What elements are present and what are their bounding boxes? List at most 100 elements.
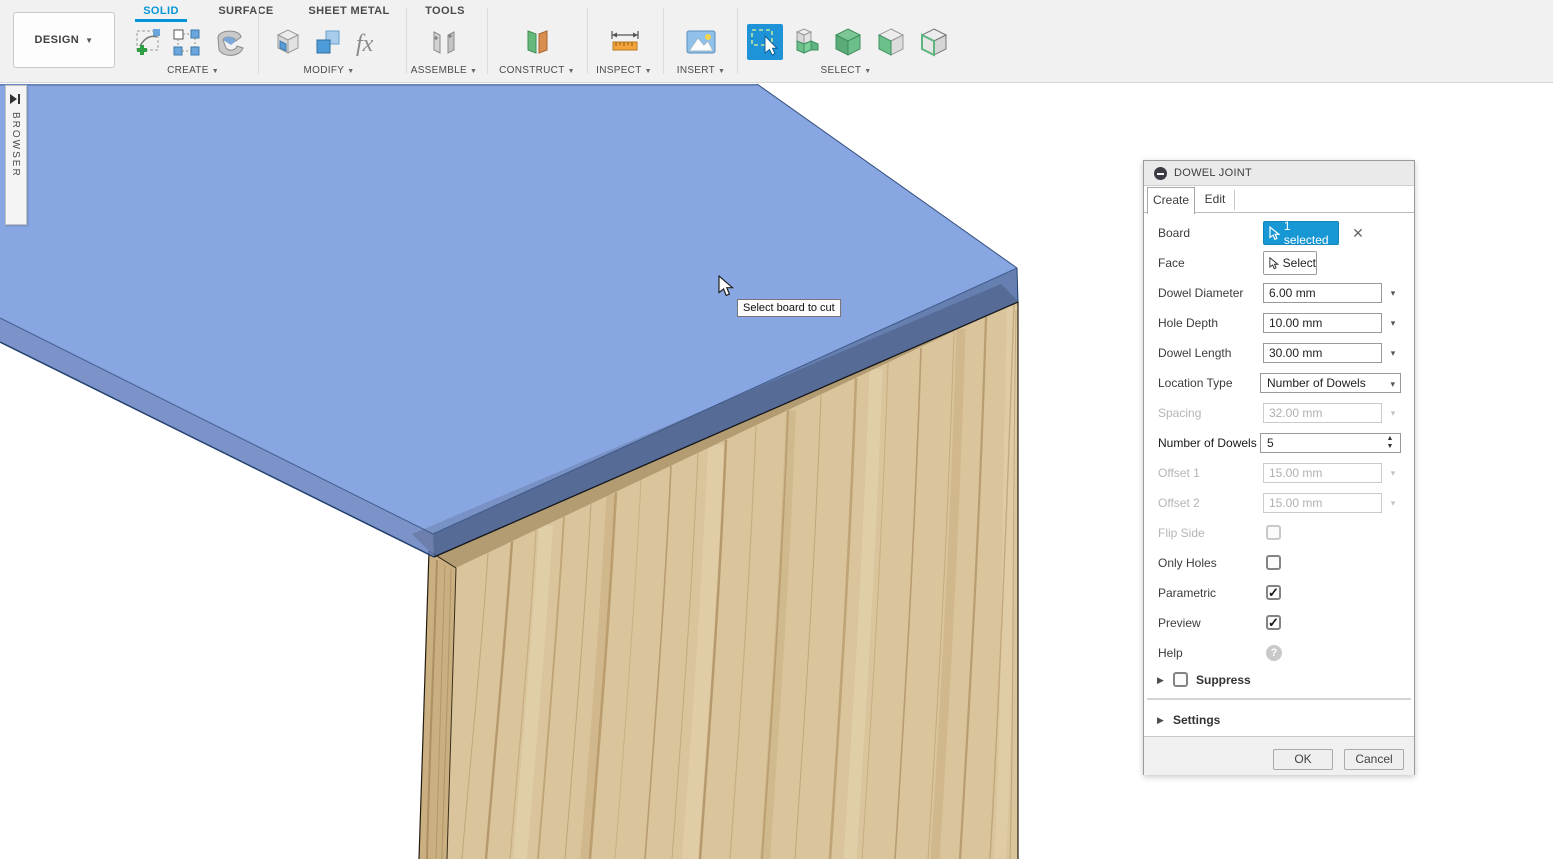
board-selected-button[interactable]: 1 selected xyxy=(1263,221,1339,245)
dropdown-arrow-icon: ▾ xyxy=(1386,403,1400,423)
svg-text:fx: fx xyxy=(356,31,374,57)
row-spacing: Spacing 32.00 mm ▾ xyxy=(1144,398,1414,428)
stepper-arrows[interactable]: ▲ ▼ xyxy=(1384,435,1396,453)
row-offset-2: Offset 2 15.00 mm ▾ xyxy=(1144,488,1414,518)
select-priority-face-icon[interactable] xyxy=(875,26,907,58)
group-assemble[interactable]: ASSEMBLE▼ xyxy=(404,64,484,78)
row-preview: Preview ✓ xyxy=(1144,608,1414,638)
toolbar-separator xyxy=(406,8,407,74)
chevron-down-icon: ▼ xyxy=(645,68,652,75)
browser-panel-collapsed[interactable]: BROWSER xyxy=(5,85,27,225)
tab-separator xyxy=(1234,190,1235,210)
row-offset-1: Offset 1 15.00 mm ▾ xyxy=(1144,458,1414,488)
tab-tools[interactable]: TOOLS xyxy=(416,0,474,22)
dowel-diameter-input[interactable]: 6.00 mm xyxy=(1263,283,1382,303)
expand-browser-icon xyxy=(10,94,22,104)
row-dowel-diameter: Dowel Diameter 6.00 mm ▾ xyxy=(1144,278,1414,308)
suppress-label: Suppress xyxy=(1196,666,1251,696)
dialog-tab-edit[interactable]: Edit xyxy=(1197,187,1233,213)
row-help: Help ? xyxy=(1144,638,1414,668)
cursor-icon xyxy=(1269,256,1279,271)
modify-combine-icon[interactable] xyxy=(312,26,344,58)
create-sketch-icon[interactable] xyxy=(132,26,164,58)
create-selection-set-icon[interactable] xyxy=(170,26,202,58)
dialog-footer: OK Cancel xyxy=(1144,736,1414,775)
expand-settings-icon[interactable]: ▶ xyxy=(1157,715,1164,726)
assemble-joint-icon[interactable] xyxy=(427,26,461,58)
row-hole-depth: Hole Depth 10.00 mm ▾ xyxy=(1144,308,1414,338)
row-dowel-length: Dowel Length 30.00 mm ▾ xyxy=(1144,338,1414,368)
select-priority-solid-icon[interactable] xyxy=(832,26,864,58)
row-only-holes: Only Holes xyxy=(1144,548,1414,578)
cancel-button[interactable]: Cancel xyxy=(1344,749,1404,770)
location-type-select[interactable]: Number of Dowels ▾ xyxy=(1260,373,1401,393)
chevron-down-icon: ▼ xyxy=(718,68,725,75)
browser-panel-label: BROWSER xyxy=(10,112,21,178)
settings-section: ▶ Settings xyxy=(1144,706,1414,736)
group-insert[interactable]: INSERT▼ xyxy=(666,64,736,78)
dialog-header[interactable]: DOWEL JOINT xyxy=(1144,161,1414,186)
number-of-dowels-stepper[interactable]: 5 ▲ ▼ xyxy=(1260,433,1401,453)
toolbar-separator xyxy=(258,8,259,74)
toolbar-separator xyxy=(737,8,738,74)
insert-canvas-icon[interactable] xyxy=(684,26,718,58)
expand-suppress-icon[interactable]: ▶ xyxy=(1157,675,1164,686)
mouse-cursor xyxy=(718,275,734,297)
dropdown-arrow-icon: ▾ xyxy=(1390,374,1395,394)
active-tab-underline xyxy=(135,19,187,22)
select-priority-body-icon[interactable] xyxy=(790,26,822,58)
only-holes-checkbox[interactable] xyxy=(1266,555,1281,570)
clear-selection-icon[interactable]: ✕ xyxy=(1350,222,1366,244)
fusion-window: DESIGN ▼ SOLID SURFACE SHEET METAL TOOLS xyxy=(0,0,1553,859)
offset-1-input: 15.00 mm xyxy=(1263,463,1382,483)
hole-depth-input[interactable]: 10.00 mm xyxy=(1263,313,1382,333)
inspect-measure-icon[interactable] xyxy=(608,26,642,58)
parametric-checkbox[interactable]: ✓ xyxy=(1266,585,1281,600)
cursor-tooltip: Select board to cut xyxy=(737,299,841,317)
suppress-checkbox[interactable] xyxy=(1173,672,1188,687)
dialog-title: DOWEL JOINT xyxy=(1174,161,1252,186)
chevron-down-icon: ▼ xyxy=(85,36,93,45)
toolbar-separator xyxy=(487,8,488,74)
chevron-down-icon: ▼ xyxy=(212,68,219,75)
stepper-down-icon[interactable]: ▼ xyxy=(1384,443,1396,451)
spacing-input: 32.00 mm xyxy=(1263,403,1382,423)
group-construct[interactable]: CONSTRUCT▼ xyxy=(492,64,582,78)
dropdown-arrow-icon: ▾ xyxy=(1386,493,1400,513)
tab-sheet-metal[interactable]: SHEET METAL xyxy=(303,0,395,22)
create-form-icon[interactable] xyxy=(212,26,248,58)
cursor-icon xyxy=(1269,226,1280,241)
change-parameters-icon[interactable]: fx xyxy=(352,26,388,58)
dropdown-arrow-icon[interactable]: ▾ xyxy=(1386,283,1400,303)
preview-checkbox[interactable]: ✓ xyxy=(1266,615,1281,630)
main-toolbar: DESIGN ▼ SOLID SURFACE SHEET METAL TOOLS xyxy=(0,0,1553,83)
chevron-down-icon: ▼ xyxy=(470,68,477,75)
dropdown-arrow-icon[interactable]: ▾ xyxy=(1386,313,1400,333)
modify-fillet-icon[interactable] xyxy=(272,26,304,58)
help-icon[interactable]: ? xyxy=(1266,645,1282,661)
group-inspect[interactable]: INSPECT▼ xyxy=(589,64,659,78)
select-window-icon[interactable] xyxy=(747,24,783,60)
settings-label: Settings xyxy=(1173,706,1220,736)
toolbar-separator xyxy=(587,8,588,74)
face-select-button[interactable]: Select xyxy=(1263,251,1317,275)
select-priority-edge-icon[interactable] xyxy=(918,26,950,58)
group-modify[interactable]: MODIFY▼ xyxy=(294,64,364,78)
dialog-tabbar: Create Edit xyxy=(1144,186,1414,213)
dowel-joint-dialog: DOWEL JOINT Create Edit Board 1 selected… xyxy=(1143,160,1415,775)
group-select[interactable]: SELECT▼ xyxy=(811,64,881,78)
row-face: Face Select xyxy=(1144,248,1414,278)
dowel-length-input[interactable]: 30.00 mm xyxy=(1263,343,1382,363)
group-create[interactable]: CREATE▼ xyxy=(158,64,228,78)
stepper-up-icon[interactable]: ▲ xyxy=(1384,435,1396,443)
suppress-section: ▶ Suppress xyxy=(1144,666,1414,696)
row-location-type: Location Type Number of Dowels ▾ xyxy=(1144,368,1414,398)
design-menu-button[interactable]: DESIGN ▼ xyxy=(13,12,115,68)
offset-2-input: 15.00 mm xyxy=(1263,493,1382,513)
construct-plane-icon[interactable] xyxy=(520,26,554,58)
ok-button[interactable]: OK xyxy=(1273,749,1333,770)
tab-surface[interactable]: SURFACE xyxy=(208,0,284,22)
dialog-tab-create[interactable]: Create xyxy=(1147,187,1195,214)
dropdown-arrow-icon[interactable]: ▾ xyxy=(1386,343,1400,363)
dropdown-arrow-icon: ▾ xyxy=(1386,463,1400,483)
